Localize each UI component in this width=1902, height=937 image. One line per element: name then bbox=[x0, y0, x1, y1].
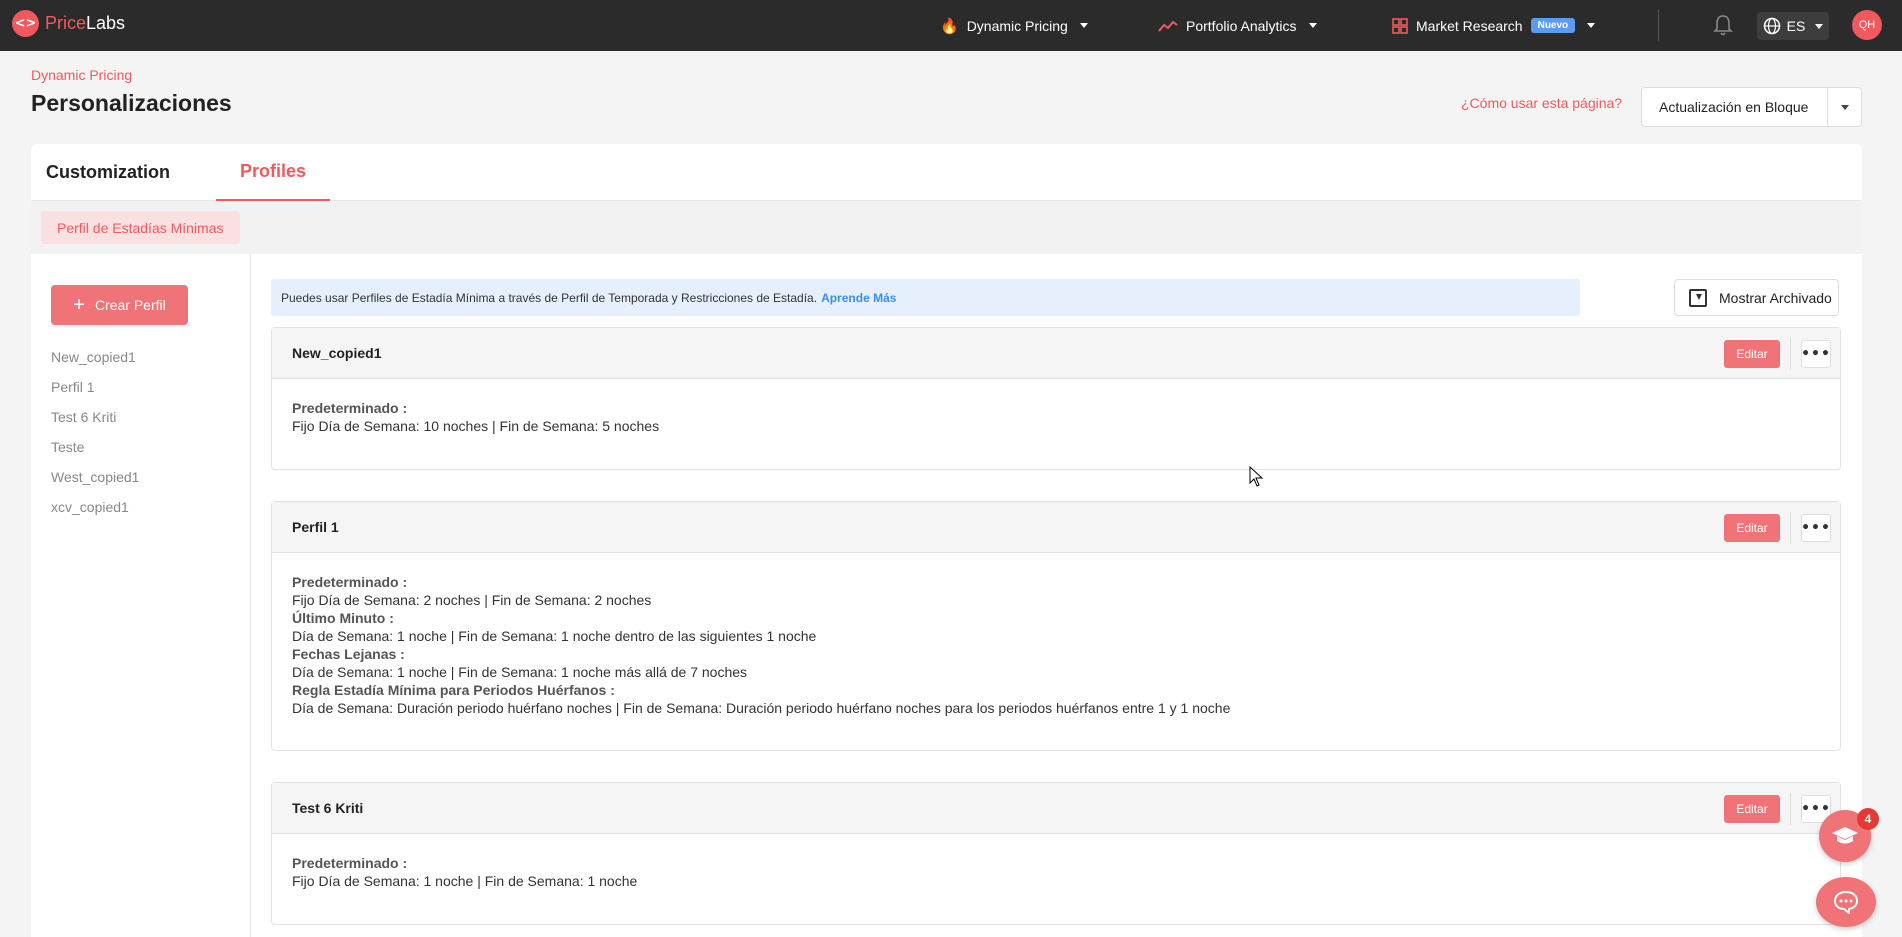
rule-label: Predeterminado : bbox=[292, 400, 408, 416]
chevron-down-icon bbox=[1587, 23, 1596, 28]
sidebar-item-west-copied1[interactable]: West_copied1 bbox=[51, 469, 139, 499]
pricelabs-logo[interactable]: <> PriceLabs bbox=[12, 10, 125, 37]
nav-dynamic-pricing[interactable]: 🔥 Dynamic Pricing bbox=[940, 0, 1088, 51]
rule-text: Día de Semana: 1 noche | Fin de Semana: … bbox=[292, 664, 748, 680]
info-banner: Puedes usar Perfiles de Estadía Mínima a… bbox=[271, 279, 1580, 316]
user-avatar[interactable]: QH bbox=[1852, 10, 1882, 40]
logo-text: PriceLabs bbox=[45, 13, 126, 33]
main-card: Customization Profiles Perfil de Estadía… bbox=[31, 144, 1862, 937]
rule-text: Fijo Día de Semana: 1 noche | Fin de Sem… bbox=[292, 873, 638, 889]
nav-divider bbox=[1658, 10, 1659, 41]
profile-name: Test 6 Kriti bbox=[292, 800, 364, 816]
subtab-min-stay-profile[interactable]: Perfil de Estadías Mínimas bbox=[41, 211, 240, 244]
subtab-bar: Perfil de Estadías Mínimas bbox=[31, 201, 1862, 254]
create-profile-label: Crear Perfil bbox=[94, 297, 166, 313]
nav-item-label: Market Research bbox=[1416, 17, 1523, 34]
profile-header: New_copied1 Editar ••• bbox=[272, 328, 1840, 379]
create-profile-button[interactable]: + Crear Perfil bbox=[51, 285, 188, 325]
top-navbar: <> PriceLabs 🔥 Dynamic Pricing Portfolio… bbox=[0, 0, 1902, 51]
trend-icon bbox=[1158, 20, 1178, 32]
rule-label: Predeterminado : bbox=[292, 574, 408, 590]
tab-bar: Customization Profiles bbox=[31, 144, 1862, 201]
profiles-sidebar: + Crear Perfil New_copied1 Perfil 1 Test… bbox=[31, 254, 251, 937]
more-options-icon[interactable]: ••• bbox=[1801, 340, 1831, 368]
learn-more-link[interactable]: Aprende Más bbox=[821, 291, 896, 305]
profile-card: Test 6 Kriti Editar ••• Predeterminado :… bbox=[271, 782, 1841, 925]
profile-list: New_copied1 Perfil 1 Test 6 Kriti Teste … bbox=[51, 349, 139, 529]
nav-portfolio-analytics[interactable]: Portfolio Analytics bbox=[1158, 0, 1317, 51]
profile-header: Test 6 Kriti Editar ••• bbox=[272, 783, 1840, 834]
nav-item-label: Portfolio Analytics bbox=[1186, 17, 1297, 34]
sidebar-item-test-6-kriti[interactable]: Test 6 Kriti bbox=[51, 409, 139, 439]
profile-card: Perfil 1 Editar ••• Predeterminado : Fij… bbox=[271, 501, 1841, 751]
tab-customization[interactable]: Customization bbox=[31, 144, 185, 201]
flame-icon: 🔥 bbox=[940, 17, 959, 35]
profile-card: New_copied1 Editar ••• Predeterminado : … bbox=[271, 327, 1841, 470]
bulk-update-label: Actualización en Bloque bbox=[1659, 99, 1809, 115]
chevron-down-icon bbox=[1840, 104, 1849, 110]
sidebar-item-xcv-copied1[interactable]: xcv_copied1 bbox=[51, 499, 139, 529]
rule-text: Fijo Día de Semana: 10 noches | Fin de S… bbox=[292, 418, 660, 434]
language-code: ES bbox=[1786, 18, 1806, 34]
rule-text: Fijo Día de Semana: 2 noches | Fin de Se… bbox=[292, 592, 652, 608]
show-archived-label: Mostrar Archivado bbox=[1719, 289, 1832, 306]
breadcrumb[interactable]: Dynamic Pricing bbox=[31, 67, 132, 83]
notification-count-badge: 4 bbox=[1857, 808, 1879, 830]
chat-bubble-icon bbox=[1833, 890, 1859, 914]
tab-profiles[interactable]: Profiles bbox=[216, 144, 330, 201]
edit-button[interactable]: Editar bbox=[1724, 795, 1780, 823]
grid-icon bbox=[1392, 17, 1408, 34]
archive-icon bbox=[1689, 288, 1707, 307]
bell-icon[interactable] bbox=[1712, 13, 1734, 37]
chevron-down-icon bbox=[1079, 23, 1088, 28]
more-options-icon[interactable]: ••• bbox=[1801, 514, 1831, 542]
bulk-update-dropdown[interactable] bbox=[1828, 104, 1861, 110]
edit-button[interactable]: Editar bbox=[1724, 340, 1780, 368]
show-archived-button[interactable]: Mostrar Archivado bbox=[1674, 279, 1839, 316]
rule-text: Día de Semana: 1 noche | Fin de Semana: … bbox=[292, 628, 817, 644]
new-badge: Nuevo bbox=[1530, 18, 1576, 33]
rule-label: Fechas Lejanas : bbox=[292, 646, 405, 662]
rule-label: Predeterminado : bbox=[292, 855, 408, 871]
edit-button[interactable]: Editar bbox=[1724, 514, 1780, 542]
chevron-down-icon bbox=[1308, 23, 1317, 28]
profile-header: Perfil 1 Editar ••• bbox=[272, 502, 1840, 553]
rule-text: Día de Semana: Duración periodo huérfano… bbox=[292, 700, 1231, 716]
rule-label: Regla Estadía Mínima para Periodos Huérf… bbox=[292, 682, 615, 698]
sidebar-item-new-copied1[interactable]: New_copied1 bbox=[51, 349, 139, 379]
sidebar-item-teste[interactable]: Teste bbox=[51, 439, 139, 469]
profile-body: Predeterminado : Fijo Día de Semana: 10 … bbox=[272, 379, 1840, 455]
divider bbox=[1790, 512, 1791, 544]
divider bbox=[1790, 338, 1791, 370]
bulk-update-button[interactable]: Actualización en Bloque bbox=[1641, 87, 1862, 127]
mouse-cursor-icon bbox=[1249, 466, 1264, 487]
nav-item-label: Dynamic Pricing bbox=[966, 17, 1068, 34]
divider bbox=[1790, 793, 1791, 825]
rule-label: Último Minuto : bbox=[292, 610, 394, 626]
info-text: Puedes usar Perfiles de Estadía Mínima a… bbox=[281, 290, 818, 305]
globe-icon bbox=[1763, 17, 1780, 35]
profile-body: Predeterminado : Fijo Día de Semana: 2 n… bbox=[272, 553, 1840, 737]
page-title: Personalizaciones bbox=[31, 90, 232, 116]
nav-market-research[interactable]: Market Research Nuevo bbox=[1392, 0, 1596, 51]
chat-button[interactable] bbox=[1816, 877, 1876, 927]
graduation-cap-icon bbox=[1832, 827, 1858, 844]
language-selector[interactable]: ES bbox=[1757, 12, 1829, 40]
sidebar-item-perfil-1[interactable]: Perfil 1 bbox=[51, 379, 139, 409]
plus-icon: + bbox=[73, 294, 85, 316]
help-link[interactable]: ¿Cómo usar esta página? bbox=[1461, 95, 1622, 111]
profile-name: Perfil 1 bbox=[292, 519, 339, 535]
profile-body: Predeterminado : Fijo Día de Semana: 1 n… bbox=[272, 834, 1840, 910]
profile-name: New_copied1 bbox=[292, 345, 382, 361]
chevron-down-icon bbox=[1815, 23, 1824, 29]
logo-icon: <> bbox=[12, 10, 39, 37]
